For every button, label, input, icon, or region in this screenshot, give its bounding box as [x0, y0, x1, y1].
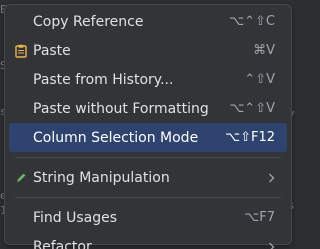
icon-slot [9, 232, 33, 249]
menu-item-find-usages[interactable]: Find Usages ⌥F7 [9, 203, 287, 232]
icon-slot [9, 7, 33, 36]
menu-item-label: String Manipulation [33, 169, 170, 186]
menu-item-paste-from-history[interactable]: Paste from History... ⌃⇧V [9, 65, 287, 94]
menu-item-string-manipulation[interactable]: String Manipulation [9, 163, 287, 192]
menu-item-paste[interactable]: Paste ⌘V [9, 36, 287, 65]
menu-separator [15, 197, 281, 198]
menu-item-label: Paste [33, 42, 71, 59]
icon-slot [9, 65, 33, 94]
context-menu: Copy Reference ⌥⌃⇧C Paste ⌘V Paste from … [4, 4, 292, 249]
menu-item-copy-reference[interactable]: Copy Reference ⌥⌃⇧C [9, 7, 287, 36]
clipboard-icon [9, 36, 33, 65]
menu-separator [15, 157, 281, 158]
editor-background: E S s e 1 y s Copy Reference ⌥⌃⇧C Paste … [0, 0, 295, 249]
menu-item-shortcut: ⌃⇧V [244, 72, 275, 87]
menu-item-shortcut: ⌥⌃⇧C [229, 14, 275, 29]
icon-slot [9, 203, 33, 232]
menu-item-label: Column Selection Mode [33, 129, 199, 146]
menu-item-paste-without-formatting[interactable]: Paste without Formatting ⌥⌃⇧V [9, 94, 287, 123]
menu-item-shortcut: ⌥F7 [244, 210, 275, 225]
menu-item-label: Find Usages [33, 209, 118, 226]
menu-item-label: Refactor [33, 238, 92, 249]
chevron-right-icon [265, 241, 277, 249]
menu-item-shortcut: ⌘V [253, 43, 275, 58]
menu-item-shortcut: ⌥⇧F12 [225, 130, 275, 145]
menu-item-label: Paste from History... [33, 71, 174, 88]
chevron-right-icon [265, 172, 277, 184]
icon-slot [9, 94, 33, 123]
pencil-icon [9, 163, 33, 192]
menu-item-shortcut: ⌥⌃⇧V [229, 101, 275, 116]
icon-slot [9, 123, 33, 152]
menu-item-column-selection-mode[interactable]: Column Selection Mode ⌥⇧F12 [9, 123, 287, 152]
menu-item-label: Copy Reference [33, 13, 144, 30]
menu-item-refactor[interactable]: Refactor [9, 232, 287, 249]
menu-item-label: Paste without Formatting [33, 100, 209, 117]
